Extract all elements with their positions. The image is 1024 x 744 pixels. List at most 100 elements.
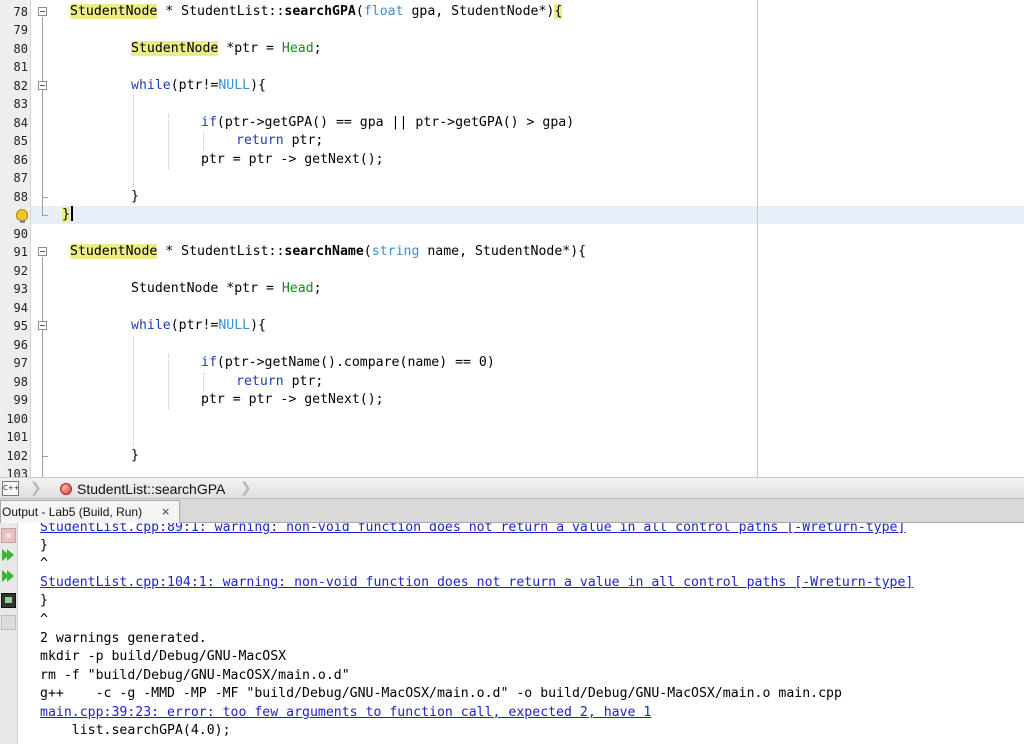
chevron-right-icon: ❯ bbox=[240, 480, 252, 496]
line-number: 98 bbox=[13, 375, 28, 389]
code-token: * bbox=[157, 244, 182, 259]
code-token: gpa, StudentNode*) bbox=[403, 4, 555, 19]
code-token: (ptr->getName().compare(name) == 0) bbox=[216, 355, 495, 370]
code-token: { bbox=[554, 4, 563, 19]
breadcrumb-function[interactable]: StudentList::searchGPA bbox=[77, 480, 225, 498]
output-warning-link[interactable]: StudentList.cpp:104:1: warning: non-void… bbox=[40, 574, 913, 592]
line-number: 84 bbox=[13, 116, 28, 130]
code-token: StudentList:: bbox=[181, 4, 285, 19]
current-line-highlight bbox=[31, 206, 1024, 224]
line-number: 88 bbox=[13, 190, 28, 204]
output-line: 2 warnings generated. bbox=[40, 631, 207, 646]
indent-guide bbox=[203, 132, 204, 150]
tab-output[interactable]: Output - Lab5 (Build, Run) × bbox=[0, 500, 180, 523]
breadcrumb-bar: C++ ❯ StudentList::searchGPA ❯ bbox=[0, 477, 1024, 499]
function-icon bbox=[60, 483, 72, 495]
cpp-file-icon[interactable]: C++ bbox=[2, 481, 20, 496]
output-line: list.searchGPA(4.0); bbox=[40, 723, 231, 738]
code-token: (ptr->getGPA() == gpa || ptr->getGPA() >… bbox=[216, 115, 575, 130]
code-line-86[interactable]: ptr = ptr -> getNext(); bbox=[201, 151, 384, 169]
code-line-85[interactable]: return ptr; bbox=[236, 132, 323, 150]
code-line-95[interactable]: while(ptr!=NULL){ bbox=[131, 317, 266, 335]
code-token: while bbox=[131, 78, 171, 93]
settings-icon[interactable] bbox=[1, 615, 16, 630]
line-number: 79 bbox=[13, 23, 28, 37]
indent-guide bbox=[133, 95, 134, 187]
code-token: NULL bbox=[218, 318, 251, 333]
line-number: 91 bbox=[13, 245, 28, 259]
code-token: } bbox=[131, 189, 139, 204]
line-number: 96 bbox=[13, 338, 28, 352]
code-token: return bbox=[236, 133, 284, 148]
line-number: 87 bbox=[13, 171, 28, 185]
code-editor[interactable]: 78 79 80 81 82 83 84 85 86 87 88 89 90 9… bbox=[0, 0, 1024, 477]
stop-icon[interactable] bbox=[1, 528, 16, 543]
code-line-82[interactable]: while(ptr!=NULL){ bbox=[131, 77, 266, 95]
line-number: 81 bbox=[13, 60, 28, 74]
warning-hint-icon[interactable] bbox=[16, 209, 28, 223]
code-line-91[interactable]: StudentNode * StudentList::searchName(st… bbox=[70, 243, 586, 261]
line-number: 92 bbox=[13, 264, 28, 278]
output-warning-link[interactable]: StudentList.cpp:89:1: warning: non-void … bbox=[40, 523, 905, 537]
close-icon[interactable]: × bbox=[161, 501, 170, 523]
rerun-icon[interactable] bbox=[1, 547, 16, 562]
code-token: name, StudentNode*){ bbox=[419, 244, 587, 259]
rerun-with-args-icon[interactable] bbox=[1, 568, 16, 583]
output-error-link[interactable]: main.cpp:39:23: error: too few arguments… bbox=[40, 704, 651, 722]
output-line: ^ bbox=[40, 612, 48, 627]
output-console[interactable]: StudentList.cpp:89:1: warning: non-void … bbox=[19, 523, 1024, 744]
output-line: rm -f "build/Debug/GNU-MacOSX/main.o.d" bbox=[40, 668, 350, 683]
code-line-102[interactable]: } bbox=[131, 447, 139, 465]
line-number: 93 bbox=[13, 282, 28, 296]
code-token: Head bbox=[281, 281, 314, 296]
tab-output-label: Output - Lab5 (Build, Run) bbox=[2, 505, 143, 519]
line-number: 97 bbox=[13, 356, 28, 370]
line-number: 95 bbox=[13, 319, 28, 333]
code-token: ){ bbox=[250, 78, 266, 93]
output-line: mkdir -p build/Debug/GNU-MacOSX bbox=[40, 649, 287, 664]
code-token: NULL bbox=[218, 78, 251, 93]
code-token: searchGPA bbox=[284, 4, 356, 19]
code-line-93[interactable]: StudentNode *ptr = Head; bbox=[131, 280, 322, 298]
line-number: 80 bbox=[13, 42, 28, 56]
code-token: ; bbox=[313, 281, 322, 296]
code-token: StudentList:: bbox=[181, 244, 285, 259]
line-number: 101 bbox=[6, 430, 28, 444]
fold-end-marker bbox=[42, 215, 48, 216]
code-token: *ptr = bbox=[218, 41, 282, 56]
line-number: 83 bbox=[13, 97, 28, 111]
line-number: 90 bbox=[13, 227, 28, 241]
code-line-88[interactable]: } bbox=[131, 188, 139, 206]
code-token: ( bbox=[363, 244, 372, 259]
code-token: ptr; bbox=[283, 374, 324, 389]
line-number: 85 bbox=[13, 134, 28, 148]
code-line-97[interactable]: if(ptr->getName().compare(name) == 0) bbox=[201, 354, 495, 372]
output-line: } bbox=[40, 593, 48, 608]
code-token: ptr = ptr -> getNext(); bbox=[201, 392, 384, 407]
line-number: 86 bbox=[13, 153, 28, 167]
output-line: } bbox=[40, 538, 48, 553]
fold-collapse-icon[interactable] bbox=[38, 247, 47, 256]
code-token: ptr; bbox=[283, 133, 324, 148]
chevron-right-icon: ❯ bbox=[30, 480, 42, 496]
code-line-98[interactable]: return ptr; bbox=[236, 373, 323, 391]
code-line-80[interactable]: StudentNode *ptr = Head; bbox=[131, 40, 322, 58]
terminal-icon[interactable] bbox=[1, 593, 16, 608]
indent-guide bbox=[133, 336, 134, 446]
code-token: StudentNode *ptr = bbox=[131, 281, 282, 296]
code-line-89[interactable]: } bbox=[62, 206, 73, 224]
fold-collapse-icon[interactable] bbox=[38, 321, 47, 330]
line-number: 78 bbox=[13, 5, 28, 19]
code-token: string bbox=[371, 244, 420, 259]
line-number: 99 bbox=[13, 393, 28, 407]
code-token: (ptr!= bbox=[170, 78, 219, 93]
code-line-99[interactable]: ptr = ptr -> getNext(); bbox=[201, 391, 384, 409]
output-toolbar bbox=[0, 523, 18, 744]
indent-guide bbox=[168, 354, 169, 409]
code-token: StudentNode bbox=[131, 41, 219, 56]
code-line-84[interactable]: if(ptr->getGPA() == gpa || ptr->getGPA()… bbox=[201, 114, 574, 132]
indent-guide bbox=[168, 114, 169, 169]
fold-collapse-icon[interactable] bbox=[38, 7, 47, 16]
fold-collapse-icon[interactable] bbox=[38, 81, 47, 90]
code-line-78[interactable]: StudentNode * StudentList::searchGPA(flo… bbox=[70, 3, 563, 21]
